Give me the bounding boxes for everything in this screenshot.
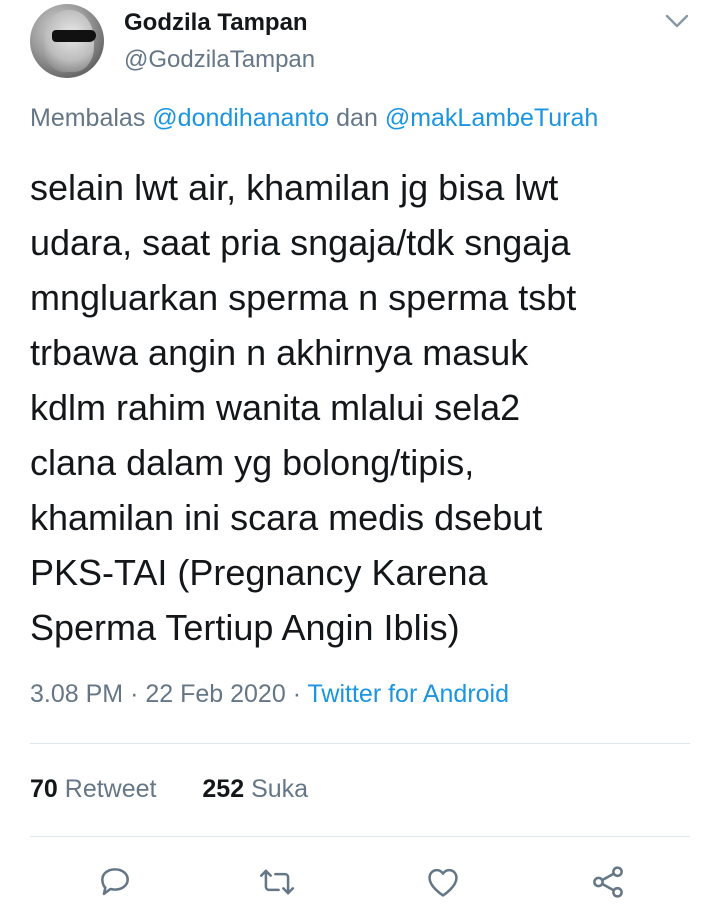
mention-link[interactable]: @makLambeTurah (385, 104, 598, 132)
like-stat[interactable]: 252 Suka (202, 775, 308, 803)
tweet-stats: 70 Retweet 252 Suka (30, 775, 308, 804)
retweet-label: Retweet (64, 775, 157, 803)
tweet-line: kdlm rahim wanita mlalui sela2 (30, 387, 521, 428)
like-button[interactable] (421, 862, 465, 906)
avatar[interactable] (30, 4, 104, 78)
like-label: Suka (251, 775, 309, 803)
tweet-time: 3.08 PM (30, 680, 124, 708)
reply-prefix: Membalas (30, 104, 146, 132)
tweet-date: 22 Feb 2020 (145, 680, 286, 708)
display-name[interactable]: Godzila Tampan (124, 9, 308, 37)
tweet-text: selain lwt air, khamilan jg bisa lwt uda… (30, 160, 690, 655)
share-button[interactable] (586, 862, 630, 906)
tweet-line: mngluarkan sperma n sperma tsbt (30, 277, 577, 318)
chevron-down-icon[interactable] (664, 10, 690, 32)
tweet-line: Sperma Tertiup Angin Iblis) (30, 607, 460, 648)
retweet-stat[interactable]: 70 Retweet (30, 775, 163, 803)
share-icon (589, 863, 627, 906)
tweet-meta: 3.08 PM · 22 Feb 2020 · Twitter for Andr… (30, 680, 509, 709)
tweet-line: trbawa angin n akhirnya masuk (30, 332, 529, 373)
reply-button[interactable] (93, 862, 137, 906)
tweet-line: clana dalam yg bolong/tipis, (30, 442, 475, 483)
tweet-line: khamilan ini scara medis dsebut (30, 497, 543, 538)
reply-icon (96, 863, 134, 906)
divider (30, 743, 690, 744)
retweet-icon (258, 863, 296, 906)
heart-icon (424, 863, 462, 906)
user-handle[interactable]: @GodzilaTampan (124, 46, 315, 74)
retweet-button[interactable] (255, 862, 299, 906)
like-count: 252 (202, 775, 245, 803)
mention-link[interactable]: @dondihananto (152, 104, 329, 132)
tweet-line: selain lwt air, khamilan jg bisa lwt (30, 167, 559, 208)
tweet-line: PKS-TAI (Pregnancy Karena (30, 552, 488, 593)
divider (30, 836, 690, 837)
tweet-line: udara, saat pria sngaja/tdk sngaja (30, 222, 571, 263)
reply-joiner: dan (336, 104, 378, 132)
retweet-count: 70 (30, 775, 58, 803)
reply-context: Membalas @dondihananto dan @makLambeTura… (30, 104, 598, 133)
meta-separator: · (292, 680, 302, 708)
tweet-source-link[interactable]: Twitter for Android (308, 680, 509, 708)
meta-separator: · (130, 680, 139, 708)
